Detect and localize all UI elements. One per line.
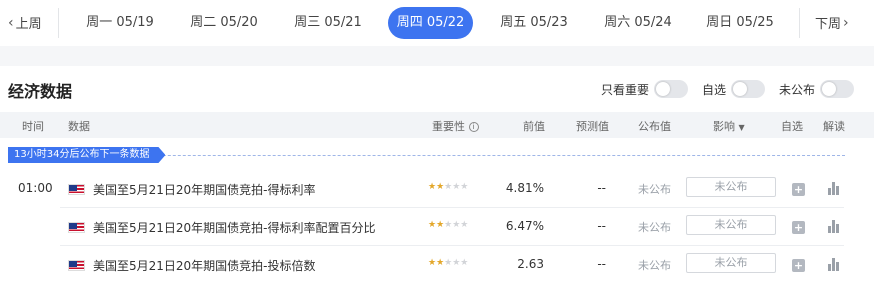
row-indicator-name[interactable]: 美国至5月21日20年期国债竞拍-投标倍数 xyxy=(93,257,316,274)
header-impact-label: 影响 xyxy=(713,120,735,133)
header-previous: 前值 xyxy=(523,120,545,133)
row-impact: 未公布 xyxy=(686,177,776,197)
header-importance: 重要性 i xyxy=(432,118,479,134)
row-indicator-name[interactable]: 美国至5月21日20年期国债竞拍-得标利率配置百分比 xyxy=(93,219,376,236)
filter-toggles: 只看重要 自选 未公布 xyxy=(587,80,854,98)
previous-week-button[interactable]: ‹ 上周 xyxy=(8,13,42,33)
add-watchlist-icon[interactable]: + xyxy=(792,183,805,196)
row-actual: 未公布 xyxy=(638,221,671,234)
row-impact: 未公布 xyxy=(686,253,776,273)
importance-stars: ★★★★★ xyxy=(428,182,469,192)
day-tab-wed[interactable]: 周三 05/21 xyxy=(280,7,376,39)
row-impact: 未公布 xyxy=(686,215,776,235)
divider xyxy=(799,8,800,38)
toggle-switch[interactable] xyxy=(820,80,854,98)
chevron-left-icon: ‹ xyxy=(8,14,14,31)
bar-chart-icon[interactable] xyxy=(828,182,840,195)
next-week-label: 下周 xyxy=(815,17,842,32)
header-importance-label: 重要性 xyxy=(432,120,465,133)
filter-important-only[interactable]: 只看重要 xyxy=(601,80,688,98)
us-flag-icon xyxy=(68,184,85,195)
bar-chart-icon[interactable] xyxy=(828,258,840,271)
row-previous: 4.81% xyxy=(505,181,544,195)
us-flag-icon xyxy=(68,222,85,233)
table-row[interactable]: 美国至5月21日20年期国债竞拍-得标利率配置百分比 ★★★★★ 6.47% -… xyxy=(0,208,874,246)
row-forecast: -- xyxy=(597,257,606,271)
header-watchlist: 自选 xyxy=(781,120,803,133)
toggle-switch[interactable] xyxy=(730,80,765,98)
us-flag-icon xyxy=(68,260,85,271)
header-forecast: 预测值 xyxy=(576,120,609,133)
header-impact[interactable]: 影响 ▼ xyxy=(713,118,745,134)
filter-unreleased[interactable]: 未公布 xyxy=(779,80,854,98)
row-previous: 6.47% xyxy=(505,219,544,233)
next-release-tip: 13小时34分后公布下一条数据 xyxy=(8,147,165,163)
filter-label: 自选 xyxy=(701,82,726,97)
day-tab-sat[interactable]: 周六 05/24 xyxy=(590,7,686,39)
day-tab-tue[interactable]: 周二 05/20 xyxy=(176,7,272,39)
importance-stars: ★★★★★ xyxy=(428,258,469,268)
section-title: 经济数据 xyxy=(8,82,73,101)
add-watchlist-icon[interactable]: + xyxy=(792,259,805,272)
date-navigation-bar: ‹ 上周 周一 05/19 周二 05/20 周三 05/21 周四 05/22… xyxy=(0,0,874,46)
caret-down-icon: ▼ xyxy=(738,123,745,132)
table-row[interactable]: 美国至5月21日20年期国债竞拍-投标倍数 ★★★★★ 2.63 -- 未公布 … xyxy=(0,246,874,284)
importance-stars: ★★★★★ xyxy=(428,220,469,230)
row-actual: 未公布 xyxy=(638,259,671,272)
table-row[interactable]: 01:00 美国至5月21日20年期国债竞拍-得标利率 ★★★★★ 4.81% … xyxy=(0,170,874,208)
row-time: 01:00 xyxy=(18,181,53,195)
next-week-button[interactable]: 下周 › xyxy=(815,13,849,33)
header-data: 数据 xyxy=(68,120,90,133)
info-icon[interactable]: i xyxy=(468,122,479,132)
divider xyxy=(58,8,59,38)
header-actual: 公布值 xyxy=(638,120,671,133)
row-indicator-name[interactable]: 美国至5月21日20年期国债竞拍-得标利率 xyxy=(93,181,316,198)
filter-watchlist[interactable]: 自选 xyxy=(702,80,765,98)
row-previous: 2.63 xyxy=(517,257,544,271)
row-forecast: -- xyxy=(597,181,606,195)
table-header: 时间 数据 重要性 i 前值 预测值 公布值 影响 ▼ 自选 解读 xyxy=(0,112,874,138)
add-watchlist-icon[interactable]: + xyxy=(792,221,805,234)
day-tab-fri[interactable]: 周五 05/23 xyxy=(486,7,582,39)
bar-chart-icon[interactable] xyxy=(828,220,840,233)
row-forecast: -- xyxy=(597,219,606,233)
toggle-switch[interactable] xyxy=(653,80,688,98)
filter-label: 只看重要 xyxy=(600,82,649,97)
previous-week-label: 上周 xyxy=(15,17,42,32)
header-analysis: 解读 xyxy=(823,120,845,133)
day-tab-sun[interactable]: 周日 05/25 xyxy=(692,7,788,39)
chevron-right-icon: › xyxy=(843,14,849,31)
header-time: 时间 xyxy=(22,120,44,133)
day-tab-thu[interactable]: 周四 05/22 xyxy=(388,7,473,39)
filter-label: 未公布 xyxy=(778,82,815,97)
row-actual: 未公布 xyxy=(638,183,671,196)
day-tab-mon[interactable]: 周一 05/19 xyxy=(72,7,168,39)
economic-data-panel: 经济数据 只看重要 自选 未公布 时间 数据 重要性 i 前值 预测值 公布值 … xyxy=(0,66,874,288)
